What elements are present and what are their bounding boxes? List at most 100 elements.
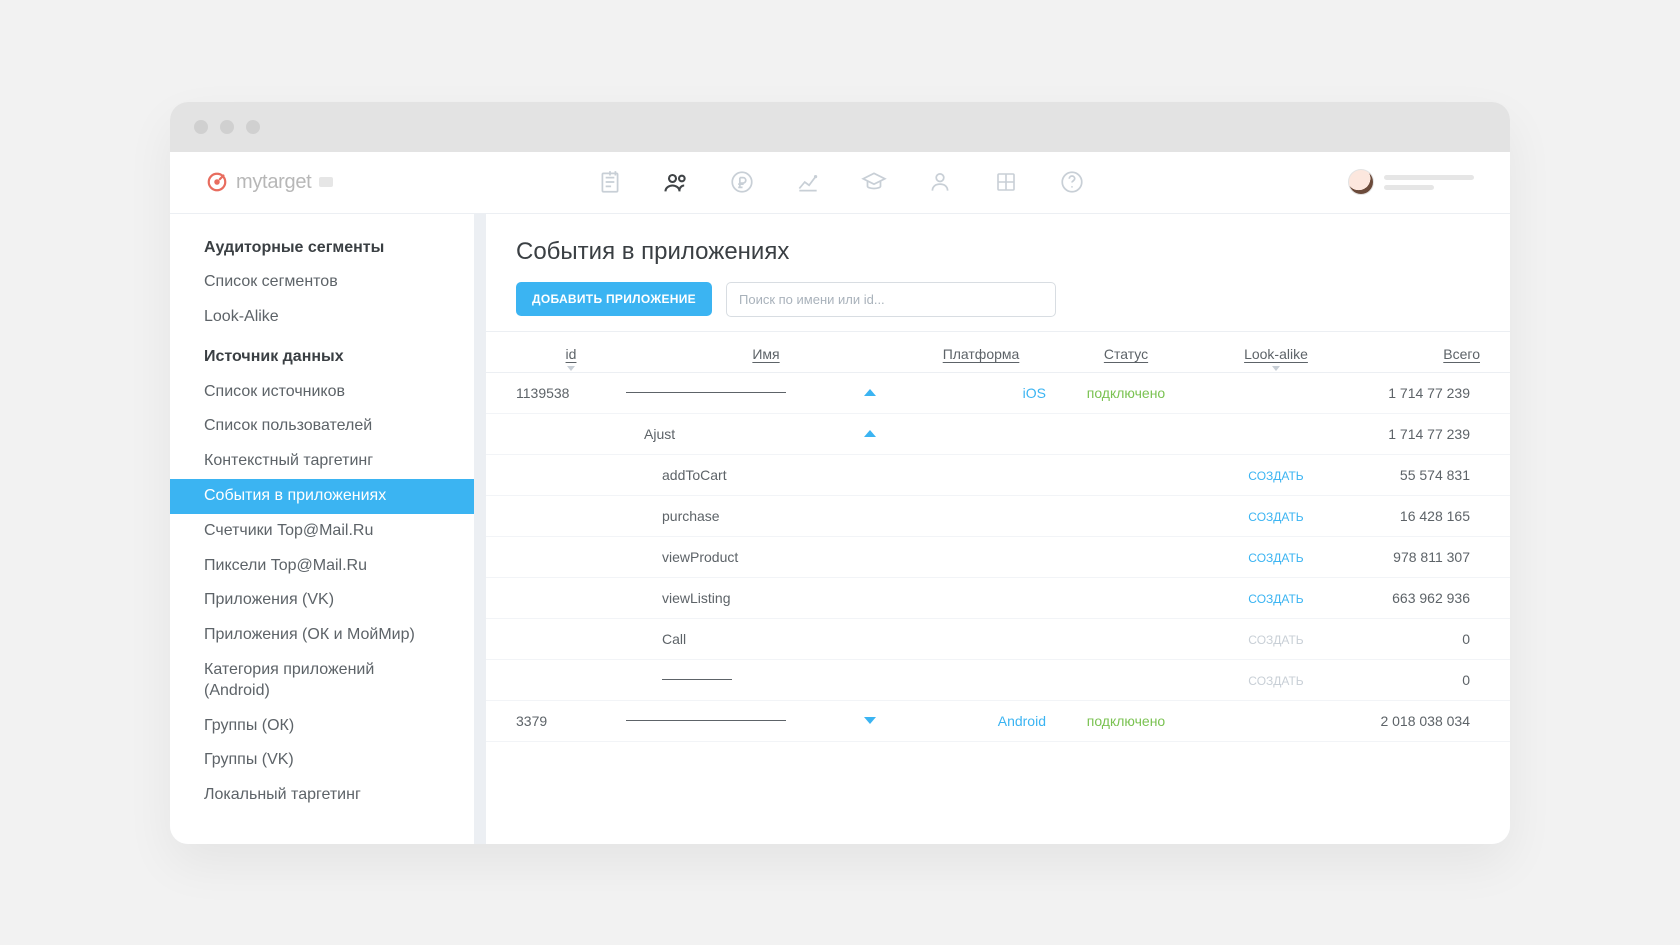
table-row: addToCart СОЗДАТЬ 55 574 831 <box>486 455 1510 496</box>
window-dot-minimize[interactable] <box>220 120 234 134</box>
sidebar-item[interactable]: Список источников <box>170 375 474 410</box>
cell-lookalike: СОЗДАТЬ <box>1196 467 1356 483</box>
table-body: 1139538iOSподключено1 714 77 239Ajust1 7… <box>486 373 1510 742</box>
sidebar: Аудиторные сегментыСписок сегментовLook-… <box>170 214 474 844</box>
table-row: СОЗДАТЬ0 <box>486 660 1510 701</box>
collapse-icon[interactable] <box>864 430 876 437</box>
table-header: id Имя Платформа Статус Look-alike Всего <box>486 331 1510 373</box>
cell-platform: Android <box>906 713 1056 729</box>
sidebar-item[interactable]: Локальный таргетинг <box>170 778 474 813</box>
sidebar-item[interactable]: Список пользователей <box>170 409 474 444</box>
create-lookalike-link[interactable]: СОЗДАТЬ <box>1248 551 1303 565</box>
sidebar-item[interactable]: Look-Alike <box>170 300 474 335</box>
cell-lookalike: СОЗДАТЬ <box>1196 631 1356 647</box>
col-platform[interactable]: Платформа <box>906 346 1056 362</box>
cell-total: 55 574 831 <box>1356 467 1480 483</box>
search-input[interactable] <box>726 282 1056 317</box>
topbar-nav <box>596 168 1086 196</box>
logo-text: mytarget <box>236 171 311 194</box>
col-total[interactable]: Всего <box>1356 346 1480 362</box>
cell-name: purchase <box>626 508 906 524</box>
audiences-icon[interactable] <box>662 168 690 196</box>
cell-name <box>626 717 906 724</box>
cell-name: viewListing <box>626 590 906 606</box>
sidebar-section-header: Источник данных <box>170 335 474 375</box>
sidebar-item[interactable]: Приложения (VK) <box>170 583 474 618</box>
create-lookalike-link[interactable]: СОЗДАТЬ <box>1248 592 1303 606</box>
cell-total: 1 714 77 239 <box>1356 426 1480 442</box>
expand-icon[interactable] <box>864 717 876 724</box>
cell-lookalike: СОЗДАТЬ <box>1196 508 1356 524</box>
col-id[interactable]: id <box>516 346 626 362</box>
cell-id: 1139538 <box>516 385 626 401</box>
sidebar-item[interactable]: Группы (VK) <box>170 743 474 778</box>
logo-icon <box>206 171 228 193</box>
window-dot-close[interactable] <box>194 120 208 134</box>
cell-name <box>626 679 906 680</box>
create-lookalike-link: СОЗДАТЬ <box>1248 633 1303 647</box>
stats-icon[interactable] <box>794 168 822 196</box>
sidebar-item[interactable]: Группы (ОК) <box>170 709 474 744</box>
campaigns-icon[interactable] <box>596 168 624 196</box>
name-placeholder-line <box>662 679 732 680</box>
cell-total: 16 428 165 <box>1356 508 1480 524</box>
cell-name: Ajust <box>626 426 906 442</box>
sidebar-item[interactable]: Категория приложений (Android) <box>170 653 474 709</box>
user-name-placeholder <box>1384 175 1474 180</box>
cell-total: 663 962 936 <box>1356 590 1480 606</box>
sidebar-section-header: Аудиторные сегменты <box>170 232 474 266</box>
cell-total: 978 811 307 <box>1356 549 1480 565</box>
create-lookalike-link[interactable]: СОЗДАТЬ <box>1248 510 1303 524</box>
cell-total: 2 018 038 034 <box>1356 713 1480 729</box>
window-dot-maximize[interactable] <box>246 120 260 134</box>
cell-status: подключено <box>1056 713 1196 729</box>
sidebar-item[interactable]: Приложения (ОК и МойМир) <box>170 618 474 653</box>
page-title: События в приложениях <box>486 238 1510 282</box>
create-lookalike-link[interactable]: СОЗДАТЬ <box>1248 469 1303 483</box>
apps-table: id Имя Платформа Статус Look-alike Всего… <box>486 331 1510 742</box>
table-row: 1139538 iOSподключено 1 714 77 239 <box>486 373 1510 414</box>
sidebar-item[interactable]: Пиксели Top@Mail.Ru <box>170 549 474 584</box>
sidebar-item[interactable]: Контекстный таргетинг <box>170 444 474 479</box>
cell-platform: iOS <box>906 385 1056 401</box>
collapse-icon[interactable] <box>864 389 876 396</box>
help-icon[interactable] <box>1058 168 1086 196</box>
user-menu[interactable] <box>1348 169 1474 195</box>
cell-lookalike: СОЗДАТЬ <box>1196 590 1356 606</box>
content-area: Аудиторные сегментыСписок сегментовLook-… <box>170 214 1510 844</box>
tools-icon[interactable] <box>992 168 1020 196</box>
sidebar-item[interactable]: События в приложениях <box>170 479 474 514</box>
table-row: Ajust 1 714 77 239 <box>486 414 1510 455</box>
col-lookalike[interactable]: Look-alike <box>1196 346 1356 362</box>
education-icon[interactable] <box>860 168 888 196</box>
cell-total: 1 714 77 239 <box>1356 385 1480 401</box>
name-placeholder-line <box>626 392 786 393</box>
sidebar-item[interactable]: Счетчики Top@Mail.Ru <box>170 514 474 549</box>
profile-icon[interactable] <box>926 168 954 196</box>
cell-id: 3379 <box>516 713 626 729</box>
create-lookalike-link: СОЗДАТЬ <box>1248 674 1303 688</box>
cell-total: 0 <box>1356 631 1480 647</box>
table-row: 3379 Androidподключено 2 018 038 034 <box>486 701 1510 742</box>
table-row: viewListing СОЗДАТЬ 663 962 936 <box>486 578 1510 619</box>
browser-chrome <box>170 102 1510 152</box>
avatar <box>1348 169 1374 195</box>
browser-window: mytarget Аудиторные сегментыСписок сегме… <box>170 102 1510 844</box>
table-row: Call СОЗДАТЬ 0 <box>486 619 1510 660</box>
cell-status: подключено <box>1056 385 1196 401</box>
cell-name: addToCart <box>626 467 906 483</box>
add-app-button[interactable]: ДОБАВИТЬ ПРИЛОЖЕНИЕ <box>516 282 712 316</box>
cell-lookalike: СОЗДАТЬ <box>1196 672 1356 688</box>
table-row: viewProduct СОЗДАТЬ 978 811 307 <box>486 537 1510 578</box>
logo[interactable]: mytarget <box>206 171 333 194</box>
name-placeholder-line <box>626 720 786 721</box>
cell-name: Call <box>626 631 906 647</box>
user-email-placeholder <box>1384 185 1434 190</box>
sidebar-item[interactable]: Список сегментов <box>170 265 474 300</box>
col-name[interactable]: Имя <box>626 346 906 362</box>
billing-icon[interactable] <box>728 168 756 196</box>
controls-row: ДОБАВИТЬ ПРИЛОЖЕНИЕ <box>486 282 1510 331</box>
col-status[interactable]: Статус <box>1056 346 1196 362</box>
main-panel: События в приложениях ДОБАВИТЬ ПРИЛОЖЕНИ… <box>486 214 1510 844</box>
cell-name: viewProduct <box>626 549 906 565</box>
